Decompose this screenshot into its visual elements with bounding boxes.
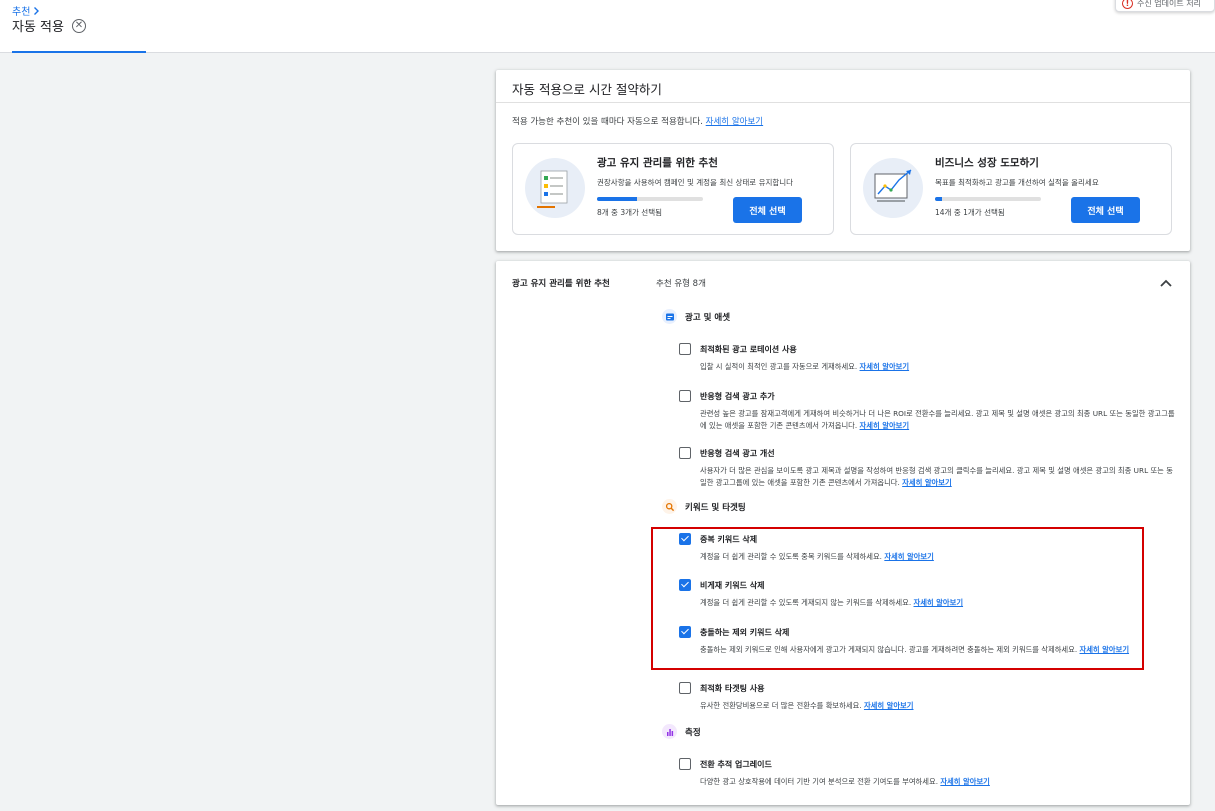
recommendation-title: 전환 추적 업그레이드	[700, 760, 772, 769]
recommendation-desc-text: 입찰 시 실적이 최적인 광고를 자동으로 게재하세요.	[700, 362, 858, 371]
category-measurement: 측정	[662, 724, 701, 739]
learn-more-link[interactable]: 자세히 알아보기	[864, 701, 914, 710]
ads-assets-icon	[662, 309, 677, 324]
growth-summary-desc: 목표를 최적화하고 광고를 개선하여 실적을 올리세요	[935, 178, 1099, 187]
recommendation-desc: 입찰 시 실적이 최적인 광고를 자동으로 게재하세요. 자세히 알아보기	[700, 361, 1175, 373]
growth-summary-title: 비즈니스 성장 도모하기	[935, 157, 1039, 169]
recommendation-desc-text: 다양한 광고 상호작용에 데이터 기반 기여 분석으로 전환 기여도를 부여하세…	[700, 777, 939, 786]
growth-select-all-button[interactable]: 전체 선택	[1071, 197, 1140, 223]
recommendation-type-count: 추천 유형 8개	[656, 279, 706, 289]
recommendation-desc-text: 유사한 전환당비용으로 더 많은 전환수를 확보하세요.	[700, 701, 862, 710]
maintenance-select-all-button[interactable]: 전체 선택	[733, 197, 802, 223]
maintenance-summary-card: 광고 유지 관리를 위한 추천 권장사항을 사용하여 캠페인 및 계정을 최신 …	[512, 143, 834, 235]
recommendation-desc: 사용자가 더 많은 관심을 보이도록 광고 제목과 설명을 작성하여 반응형 검…	[700, 465, 1175, 489]
recommendation-title: 반응형 검색 광고 개선	[700, 449, 775, 458]
notification-toast[interactable]: ! 수신 업데이트 처리	[1115, 0, 1215, 12]
auto-apply-description-text: 적용 가능한 추천이 있을 때마다 자동으로 적용합니다.	[512, 117, 703, 127]
category-ads-assets: 광고 및 애셋	[662, 309, 730, 324]
bar-chart-icon	[662, 724, 677, 739]
learn-more-link[interactable]: 자세히 알아보기	[706, 117, 763, 127]
section-label: 광고 유지 관리를 위한 추천	[512, 279, 610, 289]
recommendation-desc-text: 충돌하는 제외 키워드로 인해 사용자에게 광고가 게재되지 않습니다. 광고를…	[700, 645, 1078, 654]
learn-more-link[interactable]: 자세히 알아보기	[914, 598, 964, 607]
recommendation-checkbox[interactable]	[679, 626, 691, 638]
maintenance-selected-count: 8개 중 3개가 선택됨	[597, 208, 662, 217]
recommendation-checkbox[interactable]	[679, 390, 691, 402]
growth-progress-bar	[935, 197, 1041, 201]
recommendation-title: 중복 키워드 삭제	[700, 535, 758, 544]
chevron-right-icon	[34, 6, 40, 15]
tab-bar	[0, 43, 1215, 53]
recommendation-title: 충돌하는 제외 키워드 삭제	[700, 628, 790, 637]
progress-fill	[597, 197, 637, 201]
error-icon: !	[1122, 0, 1133, 9]
category-keywords-targeting: 키워드 및 타겟팅	[662, 499, 746, 514]
maintenance-summary-desc: 권장사항을 사용하여 캠페인 및 계정을 최신 상태로 유지합니다	[597, 178, 794, 187]
category-label: 광고 및 애셋	[685, 312, 731, 323]
chevron-up-icon[interactable]	[1159, 277, 1173, 289]
recommendation-desc: 충돌하는 제외 키워드로 인해 사용자에게 광고가 게재되지 않습니다. 광고를…	[700, 644, 1175, 656]
maintenance-progress-bar	[597, 197, 703, 201]
auto-apply-card: 자동 적용으로 시간 절약하기 적용 가능한 추천이 있을 때마다 자동으로 적…	[496, 70, 1190, 251]
growth-summary-card: 비즈니스 성장 도모하기 목표를 최적화하고 광고를 개선하여 실적을 올리세요…	[850, 143, 1172, 235]
growth-selected-count: 14개 중 1개가 선택됨	[935, 208, 1005, 217]
learn-more-link[interactable]: 자세히 알아보기	[940, 777, 990, 786]
recommendation-checkbox[interactable]	[679, 579, 691, 591]
maintenance-summary-title: 광고 유지 관리를 위한 추천	[597, 157, 718, 169]
recommendation-desc: 계정을 더 쉽게 관리할 수 있도록 게재되지 않는 키워드를 삭제하세요. 자…	[700, 597, 1175, 609]
category-label: 키워드 및 타겟팅	[685, 502, 746, 513]
page-title-row: 자동 적용 ✕	[12, 16, 86, 35]
maintenance-recommendations-card: 광고 유지 관리를 위한 추천 추천 유형 8개 광고 및 애셋 최적화된 광고…	[496, 261, 1190, 805]
auto-apply-heading: 자동 적용으로 시간 절약하기	[496, 70, 1190, 103]
toast-text: 수신 업데이트 처리	[1137, 0, 1201, 8]
search-icon	[662, 499, 677, 514]
learn-more-link[interactable]: 자세히 알아보기	[902, 478, 952, 487]
growth-illustration	[863, 158, 923, 218]
auto-apply-description: 적용 가능한 추천이 있을 때마다 자동으로 적용합니다. 자세히 알아보기	[512, 115, 763, 127]
recommendation-desc: 계정을 더 쉽게 관리할 수 있도록 중복 키워드를 삭제하세요. 자세히 알아…	[700, 551, 1175, 563]
recommendation-checkbox[interactable]	[679, 343, 691, 355]
category-label: 측정	[685, 727, 701, 738]
top-bar: 추천 자동 적용 ✕ ! 수신 업데이트 처리	[0, 0, 1215, 44]
close-icon[interactable]: ✕	[71, 18, 86, 33]
recommendation-checkbox[interactable]	[679, 758, 691, 770]
learn-more-link[interactable]: 자세히 알아보기	[860, 362, 910, 371]
recommendation-checkbox[interactable]	[679, 682, 691, 694]
page-title: 자동 적용	[12, 20, 64, 35]
recommendation-desc-text: 계정을 더 쉽게 관리할 수 있도록 중복 키워드를 삭제하세요.	[700, 552, 882, 561]
recommendation-title: 최적화 타겟팅 사용	[700, 684, 765, 693]
learn-more-link[interactable]: 자세히 알아보기	[860, 421, 910, 430]
recommendation-title: 반응형 검색 광고 추가	[700, 392, 775, 401]
learn-more-link[interactable]: 자세히 알아보기	[884, 552, 934, 561]
recommendation-desc-text: 관련성 높은 광고를 잠재고객에게 게재하여 비슷하거나 더 나은 ROI로 전…	[700, 409, 1175, 430]
recommendation-desc-text: 계정을 더 쉽게 관리할 수 있도록 게재되지 않는 키워드를 삭제하세요.	[700, 598, 912, 607]
recommendation-checkbox[interactable]	[679, 447, 691, 459]
recommendation-title: 비게재 키워드 삭제	[700, 581, 765, 590]
maintenance-illustration	[525, 158, 585, 218]
recommendation-desc: 다양한 광고 상호작용에 데이터 기반 기여 분석으로 전환 기여도를 부여하세…	[700, 776, 1175, 788]
recommendation-title: 최적화된 광고 로테이션 사용	[700, 345, 797, 354]
recommendation-desc: 관련성 높은 광고를 잠재고객에게 게재하여 비슷하거나 더 나은 ROI로 전…	[700, 408, 1175, 432]
active-tab-indicator	[12, 51, 146, 53]
recommendation-checkbox[interactable]	[679, 533, 691, 545]
progress-fill	[935, 197, 943, 201]
recommendation-desc: 유사한 전환당비용으로 더 많은 전환수를 확보하세요. 자세히 알아보기	[700, 700, 1175, 712]
learn-more-link[interactable]: 자세히 알아보기	[1080, 645, 1130, 654]
